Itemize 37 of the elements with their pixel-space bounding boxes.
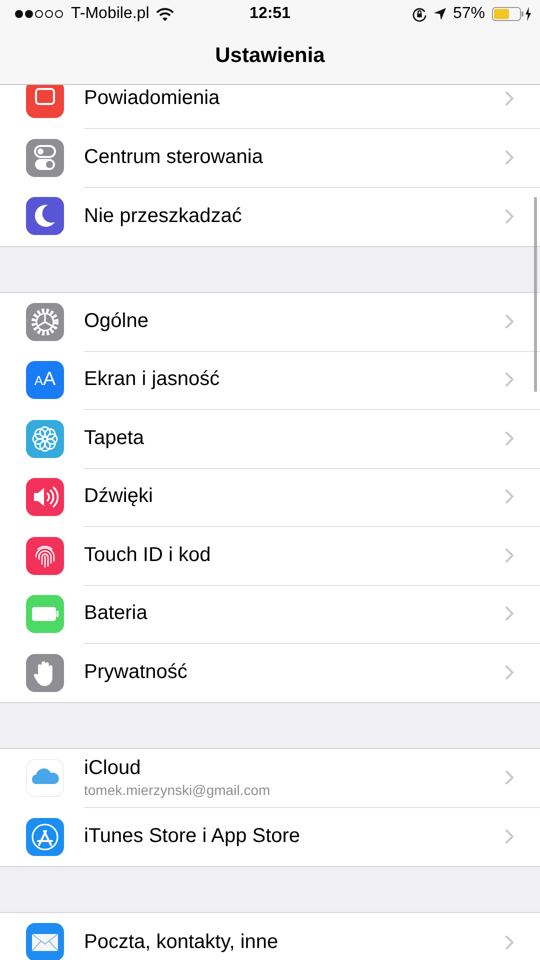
battery-percent: 57% [452, 5, 485, 23]
chevron-icon [505, 829, 514, 844]
status-time: 12:51 [250, 5, 290, 23]
text-size-icon: AA [26, 361, 64, 400]
row-label: Tapeta [84, 426, 144, 450]
signal-icon [14, 9, 64, 19]
chevron-icon [505, 489, 514, 504]
row-label: Ogólne [84, 310, 148, 333]
chevron-icon [505, 548, 514, 563]
row-label: Centrum sterowania [84, 146, 263, 169]
carrier-name: T-Mobile.pl [71, 5, 150, 23]
row-label: Dźwięki [84, 485, 153, 508]
chevron-icon [505, 150, 514, 165]
chevron-icon [505, 372, 514, 388]
row-label: Prywatność [84, 661, 188, 684]
row-subtitle: tomek.mierzynski@gmail.com [84, 782, 270, 798]
wifi-icon [156, 8, 174, 20]
chevron-icon [505, 665, 514, 680]
row-label: iTunes Store i App Store [84, 825, 300, 848]
row-label: Poczta, kontakty, inne [84, 930, 278, 954]
chevron-icon [505, 91, 514, 106]
chevron-icon [505, 208, 514, 224]
chevron-icon [505, 606, 514, 622]
row-label: iCloud [84, 757, 142, 780]
chevron-icon [505, 314, 514, 329]
location-arrow-icon [434, 8, 446, 20]
rotation-lock-icon [412, 6, 427, 22]
chevron-icon [505, 934, 514, 950]
row-label: Bateria [84, 602, 148, 626]
row-label: Nie przeszkadzać [84, 204, 242, 228]
battery-charging-icon [492, 7, 532, 21]
nav-title: Ustawienia [215, 44, 325, 68]
row-label: Ekran i jasność [84, 368, 220, 392]
row-label: Touch ID i kod [84, 544, 211, 567]
chevron-icon [505, 770, 514, 786]
row-label: Powiadomienia [84, 87, 220, 110]
chevron-icon [505, 430, 514, 446]
